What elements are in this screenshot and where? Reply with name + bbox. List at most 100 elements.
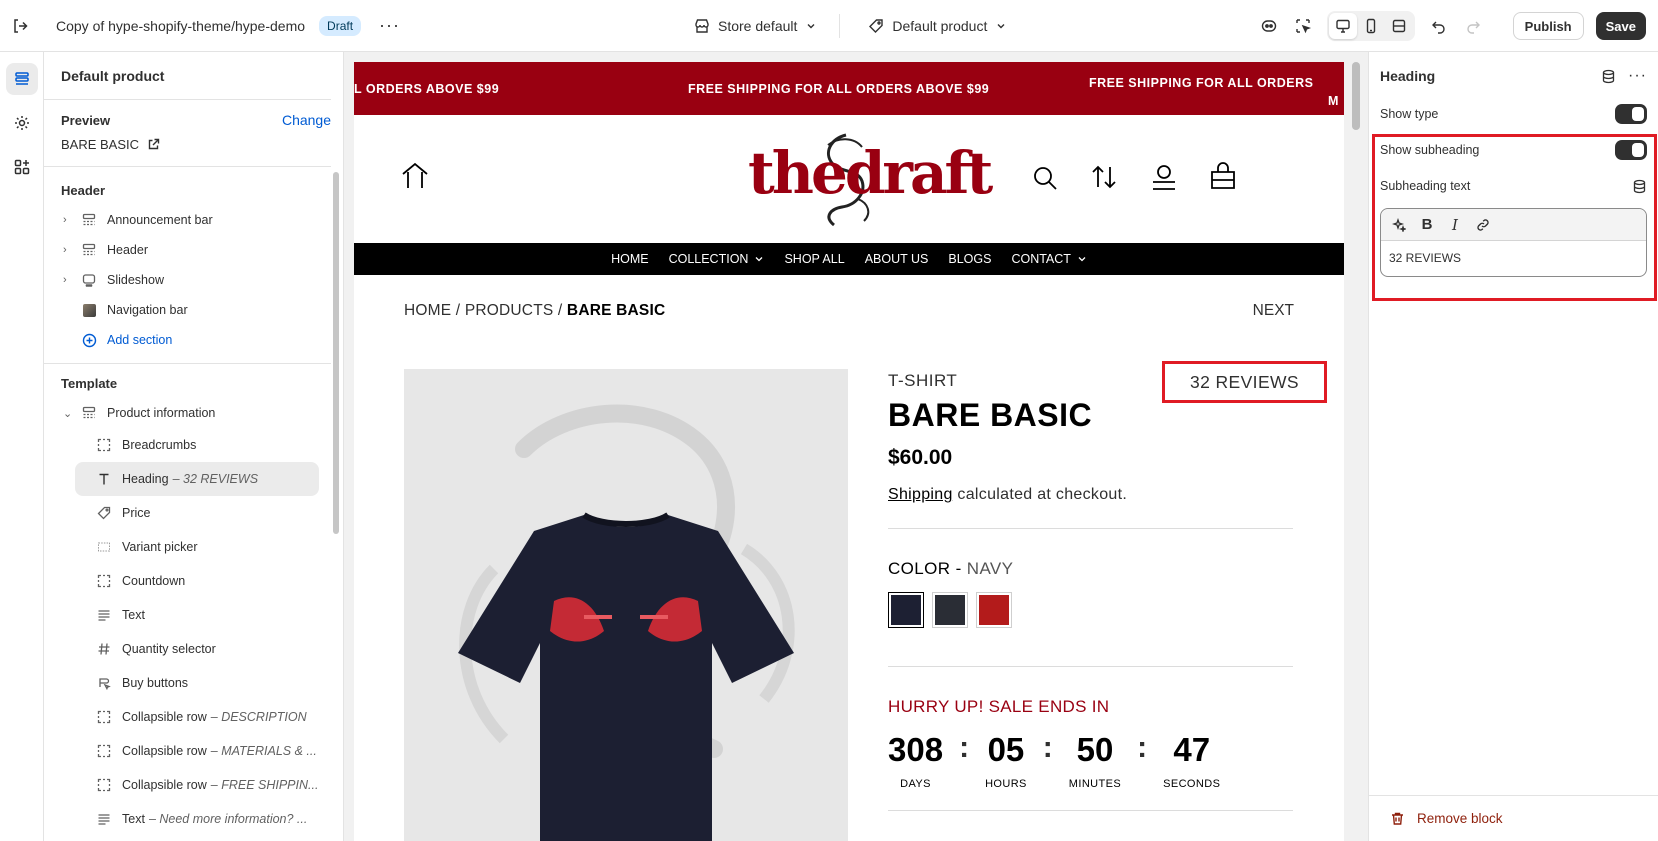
sidebar-item-label: Announcement bar <box>107 213 213 227</box>
show-type-toggle[interactable] <box>1615 104 1647 124</box>
undo-button[interactable] <box>1425 12 1453 40</box>
mobile-view-button[interactable] <box>1357 13 1385 39</box>
database-icon[interactable] <box>1601 69 1616 84</box>
nav-item-blogs[interactable]: BLOGS <box>948 252 991 266</box>
block-item-buy-buttons[interactable]: Buy buttons <box>61 666 343 700</box>
gear-icon <box>14 116 29 130</box>
exit-button[interactable] <box>0 0 40 52</box>
preview-scrollbar[interactable] <box>1352 62 1360 130</box>
block-item-collapsible-row[interactable]: Collapsible row – MATERIALS & ... <box>61 734 343 768</box>
product-title: BARE BASIC <box>888 397 1093 433</box>
sections-tab[interactable] <box>5 63 38 95</box>
color-label: COLOR - NAVY <box>888 559 1293 579</box>
header-group-title: Header <box>61 183 106 198</box>
sidebar-item-header[interactable]: › Header <box>61 235 343 265</box>
change-preview-link[interactable]: Change <box>282 112 331 128</box>
block-item-heading[interactable]: Heading – 32 REVIEWS <box>75 462 319 496</box>
apps-icon <box>14 159 29 175</box>
more-actions-button[interactable]: ··· <box>379 15 400 36</box>
block-item-breadcrumbs[interactable]: Breadcrumbs <box>61 428 343 462</box>
theme-settings-tab[interactable] <box>6 107 38 139</box>
next-product-link[interactable]: NEXT <box>1253 302 1294 320</box>
apps-tab[interactable] <box>6 151 38 183</box>
shipping-text: calculated at checkout. <box>952 486 1128 503</box>
countdown-value: 50 <box>1076 731 1114 768</box>
plus-circle-icon <box>82 333 96 347</box>
fullscreen-view-button[interactable] <box>1385 13 1413 39</box>
block-list: Breadcrumbs Heading – 32 REVIEWS Price Varia… <box>61 428 343 836</box>
chevron-down-icon[interactable]: ⌄ <box>63 407 79 420</box>
sidebar-item-navigation-bar[interactable]: Navigation bar <box>61 295 343 325</box>
account-icon[interactable] <box>1151 163 1177 191</box>
sensei-ai-button[interactable] <box>1255 12 1283 40</box>
swatch-red[interactable] <box>976 592 1012 628</box>
block-item-variant-picker[interactable]: Variant picker <box>61 530 343 564</box>
redo-button[interactable] <box>1459 12 1487 40</box>
search-icon[interactable] <box>1032 165 1058 191</box>
inspector-button[interactable] <box>1289 12 1317 40</box>
breadcrumb-path[interactable]: HOME / PRODUCTS / <box>404 302 567 319</box>
block-icon <box>94 743 114 759</box>
home-icon[interactable] <box>400 161 430 191</box>
countdown-label: MINUTES <box>1068 778 1122 790</box>
sort-icon[interactable] <box>1090 163 1118 191</box>
block-label: Quantity selector <box>122 642 216 656</box>
product-price: $60.00 <box>888 446 953 469</box>
nav-label: HOME <box>611 252 649 266</box>
chevron-right-icon[interactable]: › <box>63 274 79 286</box>
more-options-button[interactable]: ··· <box>1628 67 1647 85</box>
block-item-text[interactable]: Text <box>61 598 343 632</box>
block-item-price[interactable]: Price <box>61 496 343 530</box>
announcement-bar[interactable]: L ORDERS ABOVE $99 FREE SHIPPING FOR ALL… <box>354 62 1344 115</box>
cart-icon[interactable] <box>1210 162 1236 190</box>
external-link-icon[interactable] <box>147 138 160 151</box>
template-group: Template ⌄ Product information Breadcrum… <box>44 364 343 836</box>
block-label: Breadcrumbs <box>122 438 197 452</box>
block-label: Collapsible row <box>122 710 207 724</box>
announcement-text: M <box>1328 94 1339 108</box>
sidebar-item-product-information[interactable]: ⌄ Product information <box>61 398 343 428</box>
desktop-view-button[interactable] <box>1328 13 1357 39</box>
store-logo[interactable]: thedraft <box>748 129 993 233</box>
store-icon <box>695 19 709 33</box>
remove-block-button[interactable]: Remove block <box>1369 795 1658 841</box>
nav-item-shop-all[interactable]: SHOP ALL <box>784 252 844 266</box>
countdown-hours: 05 HOURS <box>985 733 1027 790</box>
countdown-seconds: 47 SECONDS <box>1163 733 1220 790</box>
nav-item-about-us[interactable]: ABOUT US <box>865 252 929 266</box>
logo-wordmark: thedraft <box>748 139 993 207</box>
template-select[interactable]: Default product <box>860 18 1015 34</box>
publish-button[interactable]: Publish <box>1512 12 1584 40</box>
product-image[interactable] <box>404 369 848 841</box>
countdown-value: 05 <box>987 731 1025 768</box>
chevron-right-icon[interactable]: › <box>63 214 79 226</box>
store-select[interactable]: Store default <box>686 18 825 34</box>
nav-item-contact[interactable]: CONTACT <box>1011 252 1087 266</box>
sidebar-item-slideshow[interactable]: › Slideshow <box>61 265 343 295</box>
block-item-collapsible-row[interactable]: Collapsible row – FREE SHIPPIN... <box>61 768 343 802</box>
block-item-countdown[interactable]: Countdown <box>61 564 343 598</box>
sidebar-scrollbar[interactable] <box>333 172 339 534</box>
countdown-label: HOURS <box>985 778 1027 790</box>
add-section-button[interactable]: Add section <box>61 325 343 355</box>
swatch-navy[interactable] <box>888 592 924 628</box>
save-button[interactable]: Save <box>1595 12 1646 40</box>
block-item-text[interactable]: Text – Need more information? ... <box>61 802 343 836</box>
shipping-link[interactable]: Shipping <box>888 486 953 503</box>
product-info: T-SHIRT BARE BASIC $60.00 Shipping calcu… <box>888 369 1293 811</box>
site-header: thedraft <box>354 115 1344 243</box>
nav-label: ABOUT US <box>864 252 929 266</box>
preview-product-name: BARE BASIC <box>61 137 140 152</box>
block-item-quantity-selector[interactable]: Quantity selector <box>61 632 343 666</box>
block-item-collapsible-row[interactable]: Collapsible row – DESCRIPTION <box>61 700 343 734</box>
block-label: Collapsible row <box>122 778 207 792</box>
chevron-right-icon[interactable]: › <box>63 244 79 256</box>
remove-block-label: Remove block <box>1417 811 1503 826</box>
nav-item-collection[interactable]: COLLECTION <box>669 252 765 266</box>
nav-item-home[interactable]: HOME <box>611 252 649 266</box>
device-toggle <box>1326 11 1415 41</box>
swatch-charcoal[interactable] <box>932 592 968 628</box>
show-type-label: Show type <box>1380 107 1439 121</box>
sidebar-item-announcement-bar[interactable]: › Announcement bar <box>61 205 343 235</box>
inspector-icon <box>1295 19 1311 34</box>
